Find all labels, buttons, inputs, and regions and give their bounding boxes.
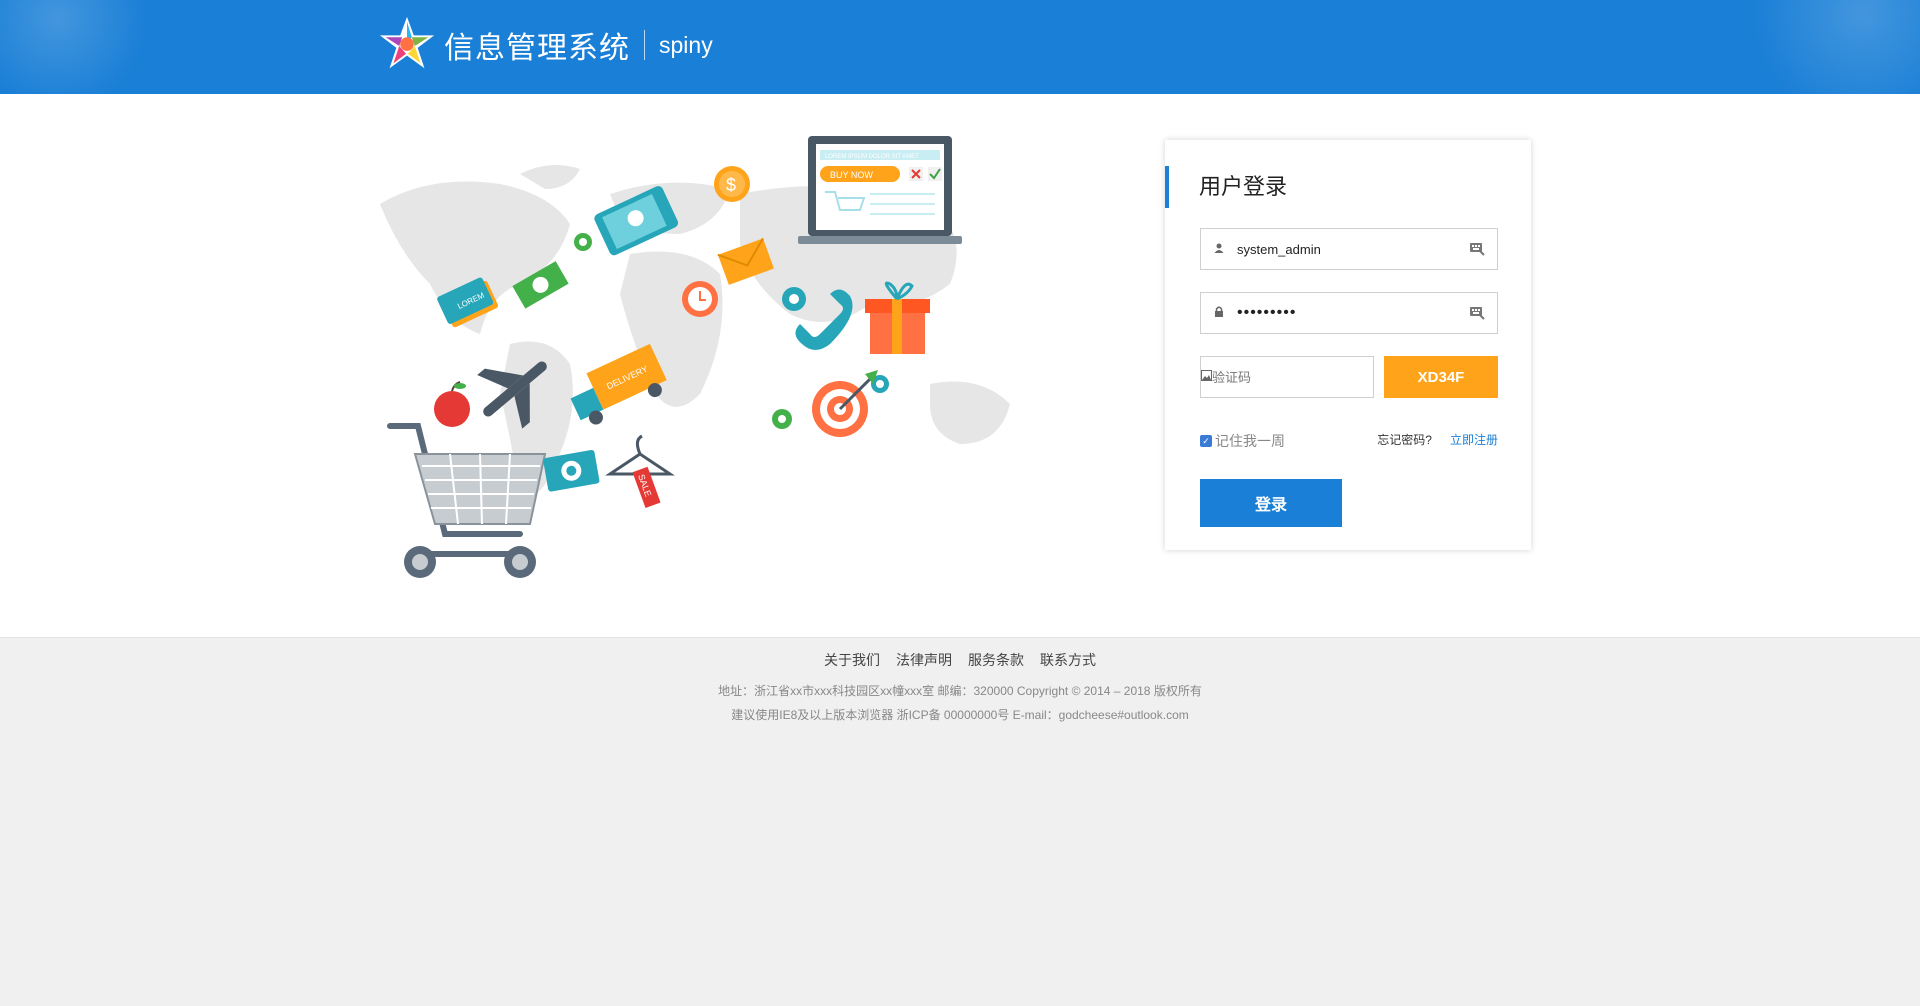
- username-input[interactable]: [1237, 229, 1457, 269]
- delivery-truck-icon: DELIVERY: [570, 343, 667, 425]
- user-icon: [1201, 242, 1237, 256]
- captcha-input[interactable]: [1212, 357, 1388, 397]
- footer-link-terms[interactable]: 服务条款: [968, 650, 1024, 670]
- dollar-coin-icon: $: [714, 166, 750, 202]
- image-icon: [1201, 370, 1212, 384]
- register-link[interactable]: 立即注册: [1450, 431, 1498, 448]
- login-card: 用户登录 XD34F ✓ 记住我一周 忘记密码? 立即注册: [1165, 140, 1531, 550]
- footer-address: 地址：浙江省xx市xxx科技园区xx幢xxx室 邮编：320000 Copyri…: [718, 684, 1202, 698]
- keyboard-icon[interactable]: [1457, 306, 1497, 320]
- footer-icp: 建议使用IE8及以上版本浏览器 浙ICP备 00000000号 E-mail：g…: [731, 708, 1189, 722]
- footer-link-about[interactable]: 关于我们: [824, 650, 880, 670]
- app-title: 信息管理系统: [444, 32, 630, 65]
- target-icon: [812, 370, 878, 437]
- keyboard-icon[interactable]: [1457, 242, 1497, 256]
- gear-icon: [782, 287, 806, 311]
- captcha-field[interactable]: [1200, 356, 1404, 398]
- main-area: LOREM IPSUM DOLOR SIT AMET BUY NOW $ LOR…: [0, 94, 1920, 638]
- remember-me-label: 记住我一周: [1215, 433, 1285, 449]
- top-header: 信息管理系统 spiny: [0, 0, 1920, 94]
- footer-link-contact[interactable]: 联系方式: [1040, 650, 1096, 670]
- forgot-password-link[interactable]: 忘记密码?: [1377, 431, 1432, 448]
- captcha-image[interactable]: XD34F: [1384, 356, 1498, 398]
- alarm-clock-icon: [682, 281, 718, 317]
- footer-link-legal[interactable]: 法律声明: [896, 650, 952, 670]
- login-button[interactable]: 登录: [1200, 479, 1342, 527]
- checkbox-checked-icon[interactable]: ✓: [1200, 435, 1212, 447]
- gear-icon: [574, 233, 592, 251]
- star-logo-icon: [379, 16, 435, 69]
- brand-divider: [644, 30, 645, 60]
- ecommerce-illustration: LOREM IPSUM DOLOR SIT AMET BUY NOW $ LOR…: [380, 136, 1010, 578]
- footer-links: 关于我们 法律声明 服务条款 联系方式: [0, 650, 1920, 670]
- laptop-banner-text: LOREM IPSUM DOLOR SIT AMET: [825, 154, 919, 160]
- password-field[interactable]: [1200, 292, 1498, 334]
- login-title: 用户登录: [1165, 166, 1287, 208]
- buy-now-text: BUY NOW: [830, 170, 873, 180]
- apple-icon: [434, 381, 470, 427]
- remember-me-checkbox[interactable]: ✓ 记住我一周: [1200, 431, 1285, 451]
- footer: 关于我们 法律声明 服务条款 联系方式 地址：浙江省xx市xxx科技园区xx幢x…: [0, 650, 1920, 723]
- gear-icon: [772, 409, 792, 429]
- username-field[interactable]: [1200, 228, 1498, 270]
- app-subtitle: spiny: [659, 31, 713, 58]
- lock-icon: [1201, 306, 1237, 320]
- password-input[interactable]: [1237, 293, 1457, 333]
- brand: 信息管理系统 spiny: [376, 10, 713, 80]
- auth-links: 忘记密码? 立即注册: [1377, 431, 1498, 448]
- dollar-sign-text: $: [726, 175, 736, 195]
- laptop-icon: LOREM IPSUM DOLOR SIT AMET BUY NOW: [798, 136, 962, 244]
- sale-tag-icon: SALE: [605, 434, 675, 508]
